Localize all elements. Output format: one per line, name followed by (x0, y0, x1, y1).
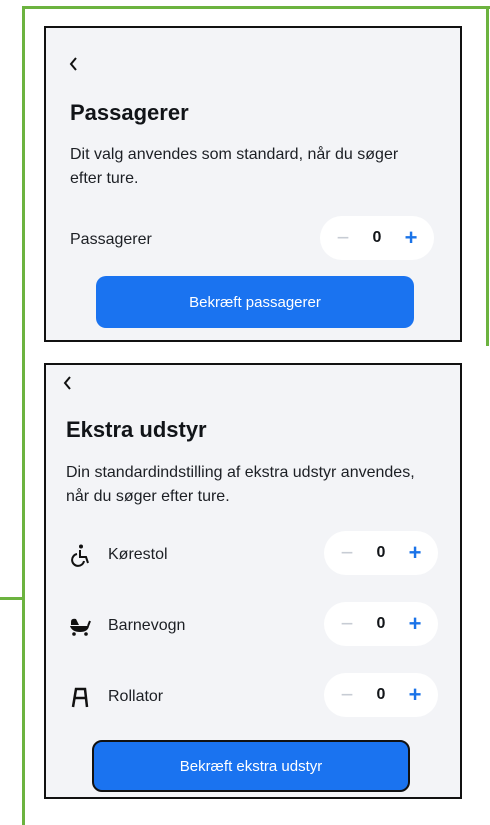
chevron-left-icon (69, 57, 77, 71)
frame-line-stub (0, 597, 24, 600)
increment-button[interactable]: + (402, 225, 420, 251)
rollator-stepper: − 0 + (324, 673, 438, 717)
page-description: Din standardindstilling af ekstra udstyr… (66, 464, 415, 505)
stroller-icon (68, 614, 92, 638)
increment-button[interactable]: + (406, 682, 424, 708)
rollator-icon (68, 685, 92, 709)
stroller-count: 0 (376, 615, 386, 632)
stroller-stepper: − 0 + (324, 602, 438, 646)
confirm-equipment-button[interactable]: Bekræft ekstra udstyr (92, 740, 410, 792)
wheelchair-count: 0 (376, 544, 386, 561)
increment-button[interactable]: + (406, 540, 424, 566)
confirm-passengers-button[interactable]: Bekræft passagerer (96, 276, 414, 328)
page-title: Passagerer (70, 100, 189, 125)
back-button[interactable] (62, 375, 74, 391)
passengers-count: 0 (372, 229, 382, 246)
decrement-button[interactable]: − (334, 225, 352, 251)
passengers-panel: Passagerer Dit valg anvendes som standar… (44, 26, 462, 342)
passengers-stepper: − 0 + (320, 216, 434, 260)
wheelchair-stepper: − 0 + (324, 531, 438, 575)
back-button[interactable] (68, 56, 80, 72)
frame-line-top (22, 6, 490, 9)
chevron-left-icon (63, 376, 71, 390)
frame-line-left (22, 6, 25, 825)
decrement-button[interactable]: − (338, 682, 356, 708)
equipment-panel: Ekstra udstyr Din standardindstilling af… (44, 363, 462, 799)
equipment-item-label: Barnevogn (108, 617, 186, 634)
increment-button[interactable]: + (406, 611, 424, 637)
decrement-button[interactable]: − (338, 611, 356, 637)
page-title: Ekstra udstyr (66, 417, 207, 442)
decrement-button[interactable]: − (338, 540, 356, 566)
equipment-item-label: Rollator (108, 688, 164, 705)
equipment-item-label: Kørestol (108, 546, 168, 563)
wheelchair-icon (68, 543, 92, 567)
rollator-count: 0 (376, 686, 386, 703)
frame-line-right (486, 6, 489, 346)
page-description: Dit valg anvendes som standard, når du s… (70, 146, 399, 187)
passengers-label: Passagerer (70, 231, 152, 248)
